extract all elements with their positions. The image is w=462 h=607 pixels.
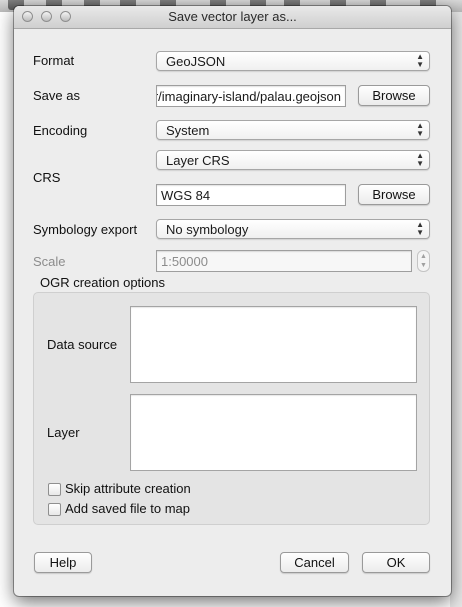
crs-label: CRS [33,170,61,185]
save-vector-layer-dialog: Save vector layer as... Format GeoJSON ▲… [14,6,451,596]
scale-input-value: 1:50000 [161,254,208,269]
encoding-select-value: System [166,123,210,138]
format-select-value: GeoJSON [166,54,226,69]
save-as-input-value: /home/user/imaginary-island/palau.geojso… [157,89,341,104]
format-select[interactable]: GeoJSON ▲ ▼ [156,51,430,71]
scale-stepper[interactable]: ▲ ▼ [417,250,430,272]
title-bar: Save vector layer as... [14,6,451,29]
symbology-export-select[interactable]: No symbology ▲ ▼ [156,219,430,239]
window-title: Save vector layer as... [168,9,297,24]
browse-file-button[interactable]: Browse [358,85,430,106]
select-arrows-icon: ▲ ▼ [416,151,424,168]
select-arrows-icon: ▲ ▼ [416,52,424,69]
browse-crs-button[interactable]: Browse [358,184,430,205]
layer-options-textarea[interactable] [130,394,417,471]
skip-attribute-creation-label[interactable]: Skip attribute creation [65,481,191,496]
format-label: Format [33,53,75,68]
skip-attribute-creation-checkbox[interactable] [48,483,61,496]
crs-input-value: WGS 84 [161,188,211,203]
crs-mode-select-value: Layer CRS [166,153,230,168]
cancel-button[interactable]: Cancel [280,552,349,573]
crs-mode-select[interactable]: Layer CRS ▲ ▼ [156,150,430,170]
select-arrows-icon: ▲ ▼ [416,220,424,237]
scale-input[interactable]: 1:50000 [156,250,412,272]
symbology-export-select-value: No symbology [166,222,249,237]
data-source-label: Data source [47,337,118,352]
crs-input[interactable]: WGS 84 [156,184,346,206]
add-saved-file-to-map-checkbox[interactable] [48,503,61,516]
encoding-select[interactable]: System ▲ ▼ [156,120,430,140]
data-source-options-textarea[interactable] [130,306,417,383]
save-as-label: Save as [33,88,80,103]
map-canvas-edge [450,12,462,607]
add-saved-file-to-map-label[interactable]: Add saved file to map [65,501,190,516]
scale-label: Scale [33,254,66,269]
ogr-options-group-title: OGR creation options [40,275,166,290]
ogr-options-group: Data source Layer Skip attribute creatio… [33,292,430,525]
layer-label: Layer [47,425,80,440]
save-as-input[interactable]: /home/user/imaginary-island/palau.geojso… [156,85,346,107]
select-arrows-icon: ▲ ▼ [416,121,424,138]
ok-button[interactable]: OK [362,552,430,573]
symbology-export-label: Symbology export [33,222,138,237]
help-button[interactable]: Help [34,552,92,573]
encoding-label: Encoding [33,123,88,138]
